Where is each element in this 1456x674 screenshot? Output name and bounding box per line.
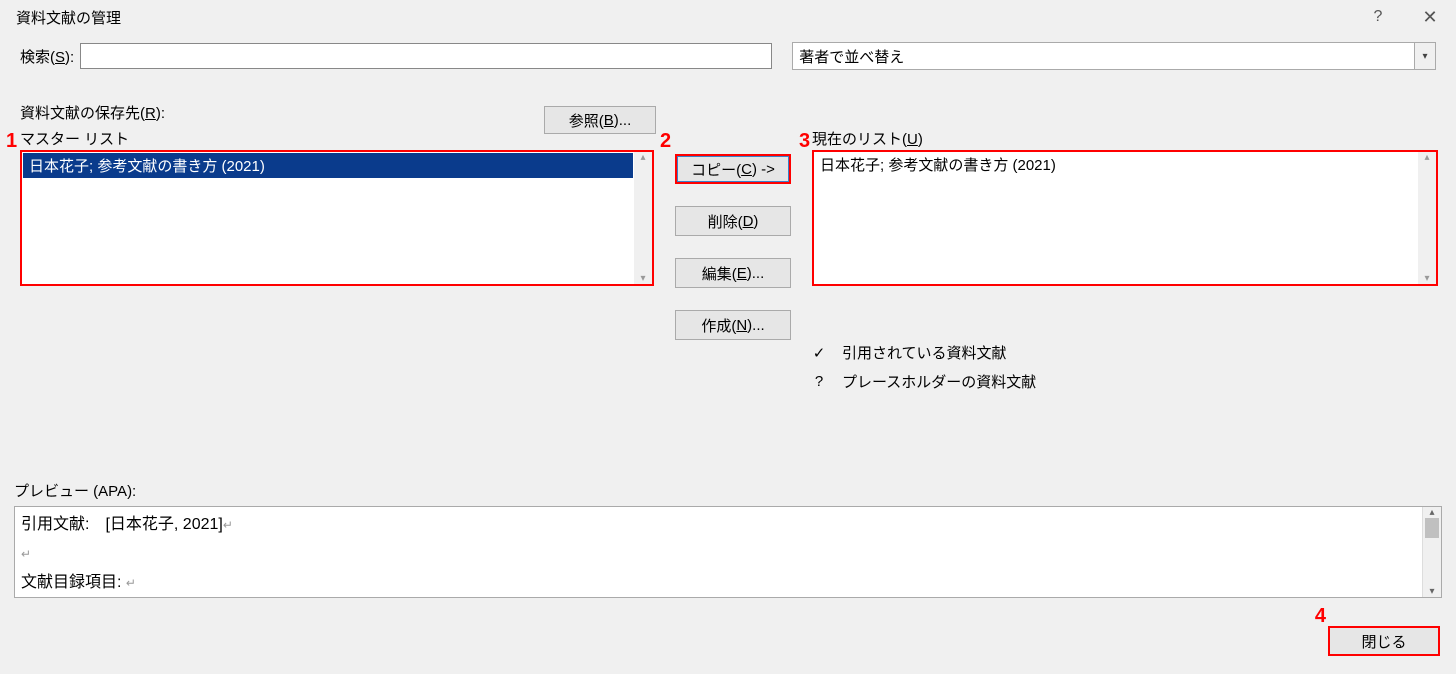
copy-button[interactable]: コピー(C) -> bbox=[675, 154, 791, 184]
check-icon: ✓ bbox=[812, 344, 826, 362]
delete-button[interactable]: 削除(D) bbox=[675, 206, 791, 236]
legend: ✓ 引用されている資料文献 ? プレースホルダーの資料文献 bbox=[812, 342, 1036, 400]
sort-value: 著者で並べ替え bbox=[799, 46, 904, 67]
scrollbar[interactable]: ▴ ▾ bbox=[1418, 152, 1436, 284]
close-icon[interactable]: ✕ bbox=[1418, 5, 1442, 29]
scroll-down-icon[interactable]: ▾ bbox=[640, 273, 645, 284]
save-dest-label: 資料文献の保存先(R): bbox=[20, 102, 165, 123]
master-list[interactable]: 日本花子; 参考文献の書き方 (2021) ▴ ▾ bbox=[20, 150, 654, 286]
master-list-label: マスター リスト bbox=[20, 128, 129, 149]
sort-select[interactable]: 著者で並べ替え ▾ bbox=[792, 42, 1436, 70]
scrollbar[interactable]: ▴ ▾ bbox=[1422, 507, 1441, 597]
legend-cited: 引用されている資料文献 bbox=[842, 342, 1007, 363]
titlebar: 資料文献の管理 ? ✕ bbox=[0, 0, 1456, 34]
preview-citation: 引用文献: [日本花子, 2021]↵ bbox=[21, 511, 1435, 540]
scroll-thumb[interactable] bbox=[1425, 518, 1439, 538]
new-button[interactable]: 作成(N)... bbox=[675, 310, 791, 340]
search-label: 検索(S): bbox=[20, 46, 74, 67]
preview-bibliography: 文献目録項目: ↵ bbox=[21, 569, 1435, 598]
scroll-down-icon[interactable]: ▾ bbox=[1424, 273, 1429, 284]
close-button[interactable]: 閉じる bbox=[1328, 626, 1440, 656]
question-icon: ? bbox=[812, 373, 826, 390]
annotation-3: 3 bbox=[799, 130, 810, 153]
annotation-2: 2 bbox=[660, 130, 671, 153]
annotation-1: 1 bbox=[6, 130, 17, 153]
dialog-title: 資料文献の管理 bbox=[16, 7, 121, 28]
legend-placeholder: プレースホルダーの資料文献 bbox=[842, 371, 1036, 392]
scroll-down-icon[interactable]: ▾ bbox=[1429, 586, 1434, 597]
source-manager-dialog: 資料文献の管理 ? ✕ 検索(S): 著者で並べ替え ▾ 資料文献の保存先(R)… bbox=[0, 0, 1456, 674]
return-icon: ↵ bbox=[21, 547, 31, 561]
annotation-4: 4 bbox=[1315, 605, 1326, 628]
chevron-down-icon: ▾ bbox=[1414, 43, 1435, 69]
list-item[interactable]: 日本花子; 参考文献の書き方 (2021) bbox=[814, 152, 1417, 177]
current-list[interactable]: 日本花子; 参考文献の書き方 (2021) ▴ ▾ bbox=[812, 150, 1438, 286]
scroll-up-icon[interactable]: ▴ bbox=[1424, 152, 1429, 163]
scrollbar[interactable]: ▴ ▾ bbox=[634, 152, 652, 284]
list-item[interactable]: 日本花子; 参考文献の書き方 (2021) bbox=[23, 153, 633, 178]
scroll-up-icon[interactable]: ▴ bbox=[640, 152, 645, 163]
help-icon[interactable]: ? bbox=[1366, 5, 1390, 29]
edit-button[interactable]: 編集(E)... bbox=[675, 258, 791, 288]
scroll-up-icon[interactable]: ▴ bbox=[1429, 507, 1434, 518]
preview-label: プレビュー (APA): bbox=[14, 480, 136, 501]
return-icon: ↵ bbox=[126, 576, 136, 590]
current-list-label: 現在のリスト(U) bbox=[812, 128, 923, 149]
browse-button[interactable]: 参照(B)... bbox=[544, 106, 656, 134]
return-icon: ↵ bbox=[223, 518, 233, 532]
preview-box: 引用文献: [日本花子, 2021]↵ ↵ 文献目録項目: ↵ ▴ ▾ bbox=[14, 506, 1442, 598]
search-input[interactable] bbox=[80, 43, 772, 69]
action-buttons: コピー(C) -> 削除(D) 編集(E)... 作成(N)... bbox=[675, 154, 791, 340]
